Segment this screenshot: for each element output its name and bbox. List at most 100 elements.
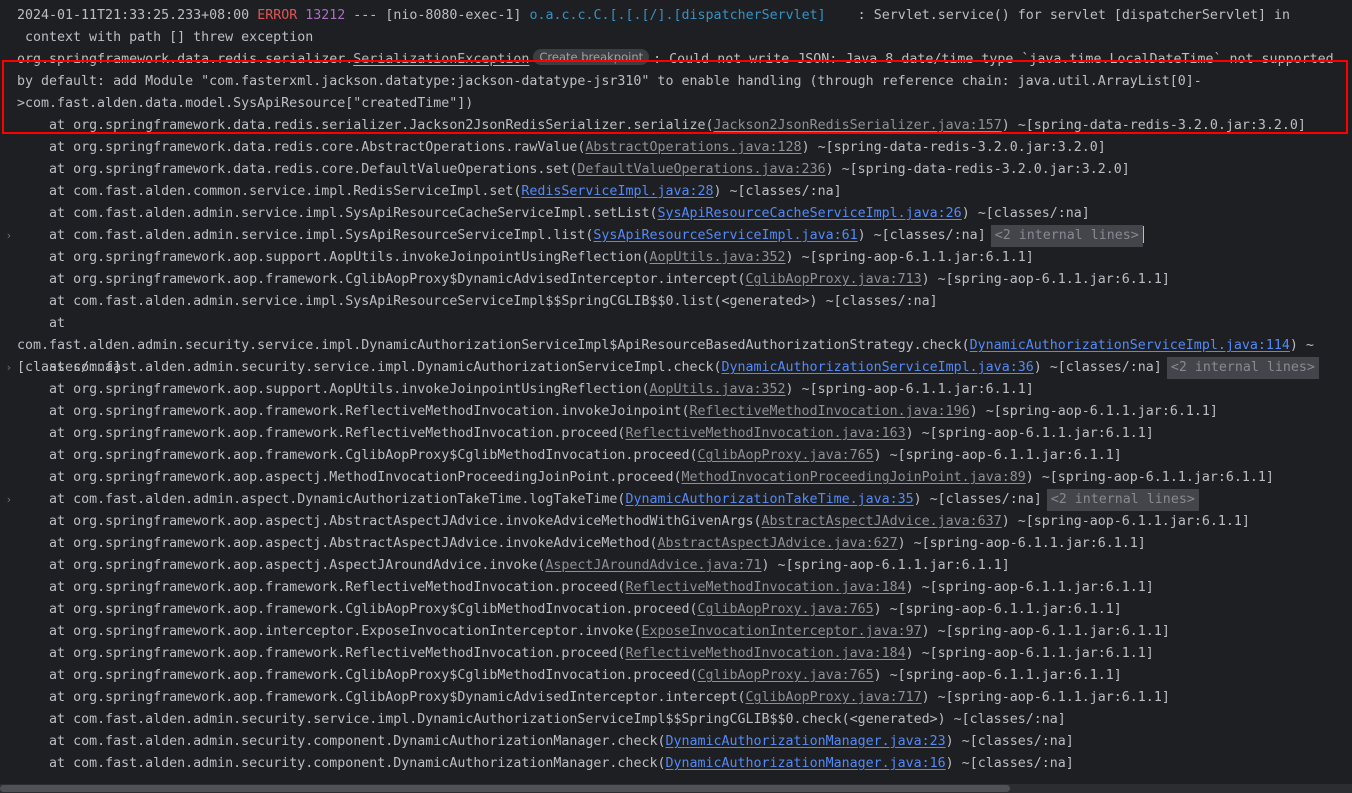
stack-frame-line[interactable]: at org.springframework.aop.framework.Ref…: [0, 643, 1352, 665]
frame-at-keyword: at: [49, 558, 74, 573]
frame-source-link[interactable]: MethodInvocationProceedingJoinPoint.java…: [681, 470, 1025, 485]
frame-source-link[interactable]: CglibAopProxy.java:765: [697, 448, 873, 463]
frame-source-link[interactable]: AspectJAroundAdvice.java:71: [545, 558, 761, 573]
frame-source-link[interactable]: Jackson2JsonRedisSerializer.java:157: [714, 118, 1002, 133]
stack-frame-line[interactable]: › at com.fast.alden.admin.aspect.Dynamic…: [0, 489, 1352, 511]
stack-frame-line[interactable]: at org.springframework.aop.framework.Ref…: [0, 401, 1352, 423]
stack-frame-line[interactable]: at com.fast.alden.admin.security.compone…: [0, 753, 1352, 775]
frame-indent: [17, 250, 49, 265]
frame-source-link[interactable]: AbstractOperations.java:128: [585, 140, 801, 155]
exception-class-prefix: org.springframework.data.redis.serialize…: [17, 52, 354, 67]
stack-frame-line[interactable]: at com.fast.alden.admin.security.service…: [0, 709, 1352, 731]
log-pid: 13212: [305, 8, 346, 23]
stack-frame-line[interactable]: at org.springframework.data.redis.core.D…: [0, 159, 1352, 181]
log-message-line1: Servlet.service() for servlet [dispatche…: [873, 8, 1290, 23]
stack-frame-line[interactable]: at org.springframework.aop.support.AopUt…: [0, 247, 1352, 269]
frame-artifact-suffix: ) ~[spring-aop-6.1.1.jar:6.1.1]: [905, 426, 1154, 441]
stack-frame-line[interactable]: at com.fast.alden.admin.service.impl.Sys…: [0, 203, 1352, 225]
stack-frame-line[interactable]: at org.springframework.aop.framework.Cgl…: [0, 445, 1352, 467]
frame-source-link[interactable]: SysApiResourceServiceImpl.java:61: [593, 228, 857, 243]
frame-source-link[interactable]: ReflectiveMethodInvocation.java:184: [625, 646, 905, 661]
stack-frame-line[interactable]: at org.springframework.aop.framework.Cgl…: [0, 665, 1352, 687]
stack-frame-line[interactable]: at org.springframework.aop.interceptor.E…: [0, 621, 1352, 643]
frame-method-signature: com.fast.alden.admin.security.service.im…: [73, 712, 1066, 727]
frame-source-link[interactable]: CglibAopProxy.java:713: [746, 272, 922, 287]
frame-at-keyword: at: [49, 514, 74, 529]
frame-source-link[interactable]: ExposeInvocationInterceptor.java:97: [641, 624, 921, 639]
stack-frame-line[interactable]: at com.fast.alden.admin.security.compone…: [0, 731, 1352, 753]
log-separator: ---: [353, 8, 378, 23]
frame-indent: [17, 492, 49, 507]
frame-source-link[interactable]: DefaultValueOperations.java:236: [577, 162, 825, 177]
frame-at-keyword: at: [49, 426, 74, 441]
frame-method-signature: org.springframework.aop.aspectj.AspectJA…: [73, 558, 546, 573]
run-console-output[interactable]: 2024-01-11T21:33:25.233+08:00 ERROR 1321…: [0, 0, 1352, 793]
frame-source-link[interactable]: CglibAopProxy.java:717: [746, 690, 922, 705]
frame-artifact-suffix: ) ~[spring-aop-6.1.1.jar:6.1.1]: [921, 272, 1170, 287]
stack-frame-line[interactable]: at org.springframework.aop.framework.Cgl…: [0, 269, 1352, 291]
stack-frame-line[interactable]: at com.fast.alden.admin.security.service…: [0, 313, 1352, 375]
frame-method-signature: com.fast.alden.admin.security.service.im…: [73, 360, 722, 375]
stack-frame-line[interactable]: at org.springframework.aop.framework.Ref…: [0, 423, 1352, 445]
frame-source-link[interactable]: AopUtils.java:352: [649, 250, 785, 265]
frame-method-signature: org.springframework.aop.aspectj.MethodIn…: [73, 470, 682, 485]
stack-frame-line[interactable]: at org.springframework.aop.aspectj.Abstr…: [0, 511, 1352, 533]
frame-method-signature: org.springframework.data.redis.core.Defa…: [73, 162, 578, 177]
frame-source-link[interactable]: AbstractAspectJAdvice.java:627: [657, 536, 897, 551]
scrollbar-thumb[interactable]: [0, 785, 1010, 792]
frame-method-signature: com.fast.alden.admin.service.impl.SysApi…: [73, 206, 658, 221]
stack-frame-line[interactable]: at org.springframework.data.redis.core.A…: [0, 137, 1352, 159]
folded-internal-lines-placeholder[interactable]: <2 internal lines>: [1166, 357, 1319, 379]
frame-source-link[interactable]: ReflectiveMethodInvocation.java:196: [689, 404, 969, 419]
frame-artifact-suffix: ) ~[classes/:na]: [945, 756, 1074, 771]
fold-expand-chevron-icon[interactable]: ›: [3, 357, 15, 379]
frame-source-link[interactable]: DynamicAuthorizationServiceImpl.java:114: [970, 338, 1290, 353]
frame-method-signature: org.springframework.data.redis.core.Abst…: [73, 140, 586, 155]
stack-frame-line[interactable]: at org.springframework.aop.aspectj.Abstr…: [0, 533, 1352, 555]
exception-class-link[interactable]: SerializationException: [353, 52, 529, 67]
frame-source-link[interactable]: CglibAopProxy.java:765: [697, 668, 873, 683]
frame-source-link[interactable]: RedisServiceImpl.java:28: [521, 184, 713, 199]
stack-frame-line[interactable]: at org.springframework.aop.support.AopUt…: [0, 379, 1352, 401]
stack-frame-line[interactable]: › at com.fast.alden.admin.service.impl.S…: [0, 225, 1352, 247]
frame-indent: [17, 294, 49, 309]
frame-source-link[interactable]: CglibAopProxy.java:765: [697, 602, 873, 617]
frame-at-keyword: at: [49, 316, 74, 331]
stack-frame-line[interactable]: at org.springframework.aop.framework.Ref…: [0, 577, 1352, 599]
frame-source-link[interactable]: ReflectiveMethodInvocation.java:163: [625, 426, 905, 441]
stack-frame-line[interactable]: at org.springframework.data.redis.serial…: [0, 115, 1352, 137]
stack-frame-line[interactable]: at com.fast.alden.admin.service.impl.Sys…: [0, 291, 1352, 313]
stack-frame-line[interactable]: › at com.fast.alden.admin.security.servi…: [0, 357, 1352, 379]
frame-at-keyword: at: [49, 404, 74, 419]
frame-artifact-suffix: ) ~[spring-aop-6.1.1.jar:6.1.1]: [897, 536, 1146, 551]
frame-source-link[interactable]: DynamicAuthorizationManager.java:16: [665, 756, 945, 771]
frame-method-signature: org.springframework.aop.framework.Reflec…: [73, 426, 626, 441]
frame-indent: [17, 404, 49, 419]
frame-source-link[interactable]: AopUtils.java:352: [649, 382, 785, 397]
fold-expand-chevron-icon[interactable]: ›: [3, 489, 15, 511]
stack-frame-line[interactable]: at org.springframework.aop.aspectj.Aspec…: [0, 555, 1352, 577]
frame-at-keyword: at: [49, 228, 74, 243]
frame-source-link[interactable]: ReflectiveMethodInvocation.java:184: [625, 580, 905, 595]
fold-expand-chevron-icon[interactable]: ›: [3, 225, 15, 247]
stack-frame-line[interactable]: at com.fast.alden.common.service.impl.Re…: [0, 181, 1352, 203]
frame-artifact-suffix: ) ~[spring-data-redis-3.2.0.jar:3.2.0]: [825, 162, 1130, 177]
frame-source-link[interactable]: DynamicAuthorizationTakeTime.java:35: [625, 492, 913, 507]
frame-source-link[interactable]: DynamicAuthorizationManager.java:23: [665, 734, 945, 749]
create-breakpoint-hint[interactable]: Create breakpoint: [533, 49, 650, 65]
frame-at-keyword: at: [49, 250, 74, 265]
stack-frame-line[interactable]: at org.springframework.aop.aspectj.Metho…: [0, 467, 1352, 489]
frame-source-link[interactable]: SysApiResourceCacheServiceImpl.java:26: [657, 206, 961, 221]
frame-source-link[interactable]: AbstractAspectJAdvice.java:637: [762, 514, 1002, 529]
frame-at-keyword: at: [49, 690, 74, 705]
horizontal-scrollbar[interactable]: [0, 784, 1352, 793]
frame-source-link[interactable]: DynamicAuthorizationServiceImpl.java:36: [722, 360, 1034, 375]
frame-method-signature: com.fast.alden.admin.service.impl.SysApi…: [73, 228, 594, 243]
stack-frame-line[interactable]: at org.springframework.aop.framework.Cgl…: [0, 599, 1352, 621]
frame-indent: [17, 514, 49, 529]
folded-internal-lines-placeholder[interactable]: <2 internal lines>: [1046, 489, 1199, 511]
stack-frame-line[interactable]: at org.springframework.aop.framework.Cgl…: [0, 687, 1352, 709]
folded-internal-lines-placeholder[interactable]: <2 internal lines>: [990, 225, 1143, 247]
frame-method-signature: com.fast.alden.admin.service.impl.SysApi…: [73, 294, 938, 309]
frame-at-keyword: at: [49, 272, 74, 287]
